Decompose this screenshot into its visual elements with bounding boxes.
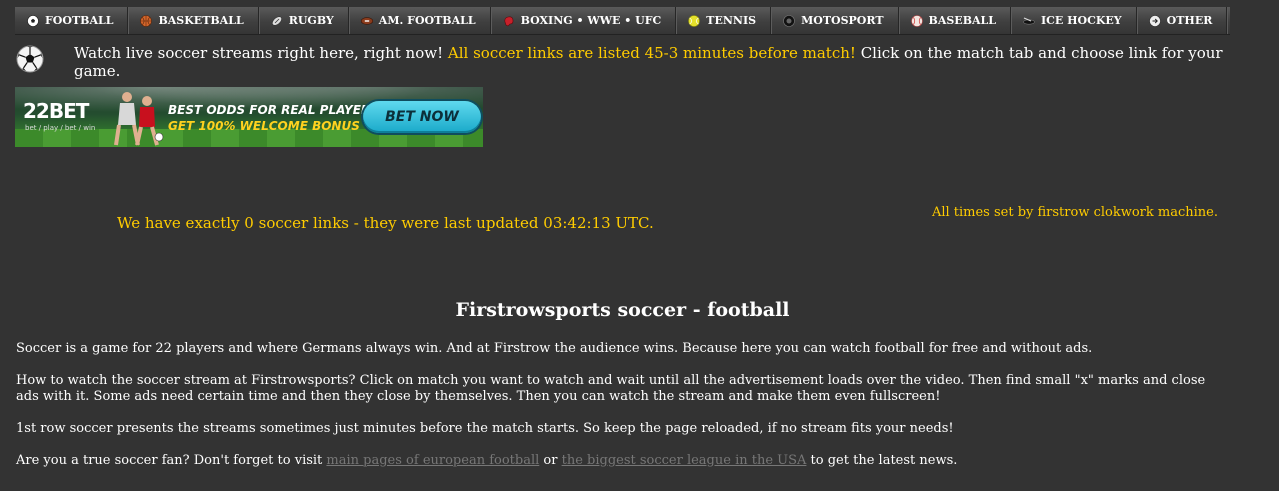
american-football-icon (360, 15, 373, 27)
european-football-link[interactable]: main pages of european football (326, 453, 539, 468)
times-note: All times set by firstrow clokwork machi… (931, 205, 1218, 220)
arrow-circle-icon (1148, 14, 1161, 27)
paragraph-text: Are you a true soccer fan? Don't forget … (16, 453, 327, 468)
nav-item-label: TENNIS (706, 14, 757, 27)
nav-item-football[interactable]: FOOTBALL (15, 7, 129, 34)
intro-text: Watch live soccer streams right here, ri… (74, 44, 1254, 80)
nav-item-label: BASEBALL (928, 14, 996, 27)
ad-banner[interactable]: 22BET bet / play / bet / win BEST ODDS F… (15, 87, 483, 147)
soccer-ball-icon (27, 14, 39, 27)
paragraph-text: or (539, 453, 562, 468)
nav-item-label: BASKETBALL (158, 14, 244, 27)
links-count-status: We have exactly 0 soccer links - they we… (117, 214, 654, 232)
nav-item-label: MOTOSPORT (801, 14, 884, 27)
article-paragraph: Soccer is a game for 22 players and wher… (16, 341, 1093, 356)
nav-item-motosport[interactable]: MOTOSPORT (771, 7, 899, 34)
nav-item-label: AM. FOOTBALL (378, 14, 476, 27)
article-paragraph: Are you a true soccer fan? Don't forget … (16, 453, 1231, 469)
nav-item-rugby[interactable]: RUGBY (259, 7, 349, 34)
bet-now-button[interactable]: BET NOW (363, 101, 481, 133)
banner-logo: 22BET bet / play / bet / win (23, 99, 103, 137)
tennis-ball-icon (688, 14, 701, 27)
nav-item-label: RUGBY (288, 14, 334, 27)
article-paragraph: 1st row soccer presents the streams some… (16, 421, 954, 436)
basketball-icon (140, 14, 153, 27)
nav-item-boxing[interactable]: BOXING • WWE • UFC (491, 7, 677, 34)
usa-soccer-league-link[interactable]: the biggest soccer league in the USA (562, 453, 807, 468)
nav-item-baseball[interactable]: BASEBALL (899, 7, 1011, 34)
banner-logo-text: 22BET (23, 99, 89, 123)
banner-logo-sub: bet / play / bet / win (25, 124, 96, 132)
nav-item-am-football[interactable]: AM. FOOTBALL (349, 7, 491, 34)
nav-item-label: ICE HOCKEY (1041, 14, 1122, 27)
rugby-ball-icon (271, 15, 283, 27)
nav-item-other[interactable]: OTHER (1137, 7, 1228, 34)
article-paragraph: How to watch the soccer stream at Firstr… (16, 373, 1206, 404)
nav-item-label: OTHER (1166, 14, 1213, 27)
banner-bonus-text: GET 100% WELCOME BONUS (168, 119, 360, 133)
sports-nav-bar: FOOTBALL BASKETBALL RUGBY AM. FOOTBALL B… (15, 7, 1230, 35)
paragraph-text: to get the latest news. (806, 453, 958, 468)
page-title: Firstrowsports soccer - football (455, 299, 790, 321)
nav-item-label: FOOTBALL (45, 14, 114, 27)
intro-highlight: All soccer links are listed 45-3 minutes… (447, 44, 856, 62)
intro-part1: Watch live soccer streams right here, ri… (74, 44, 448, 62)
nav-item-basketball[interactable]: BASKETBALL (128, 7, 259, 34)
hockey-puck-icon (1023, 15, 1035, 27)
soccer-ball-icon (16, 45, 44, 73)
nav-item-tennis[interactable]: TENNIS (676, 7, 772, 34)
nav-item-ice-hockey[interactable]: ICE HOCKEY (1011, 7, 1137, 34)
tire-icon (783, 14, 795, 27)
banner-players-image (114, 92, 164, 146)
nav-item-label: BOXING • WWE • UFC (520, 14, 662, 27)
banner-headline: BEST ODDS FOR REAL PLAYERS (168, 103, 379, 117)
boxing-glove-icon (503, 15, 515, 27)
baseball-icon (910, 14, 923, 27)
